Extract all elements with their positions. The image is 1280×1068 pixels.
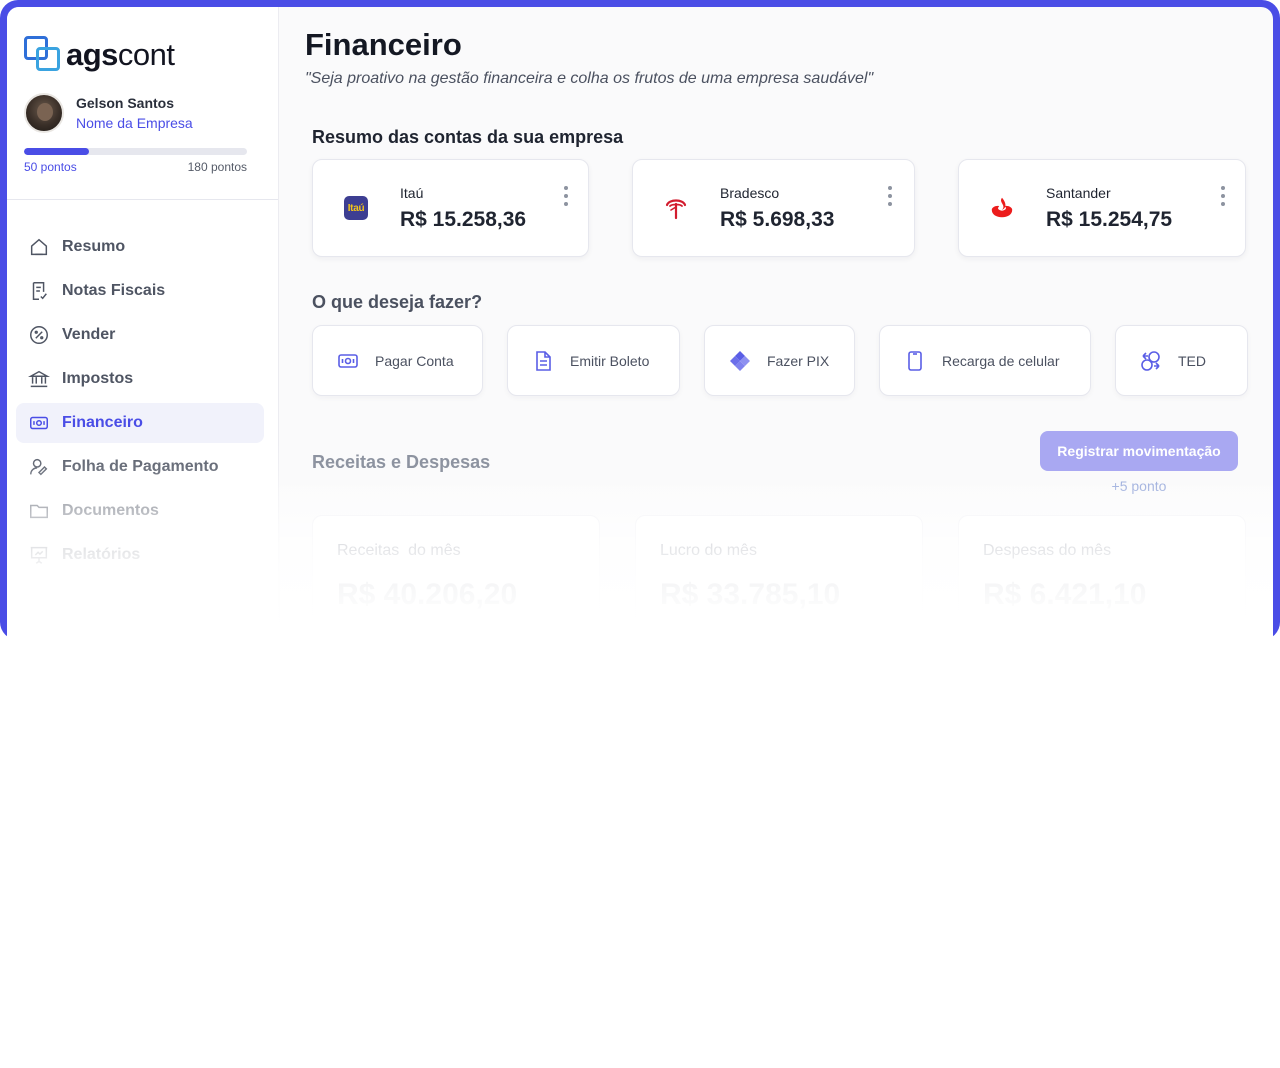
more-options-icon[interactable] [883, 186, 897, 206]
page-title: Financeiro [305, 27, 462, 62]
bradesco-logo-icon [663, 195, 689, 221]
more-options-icon[interactable] [559, 186, 573, 206]
bank-card-bradesco[interactable]: Bradesco R$ 5.698,33 [632, 159, 915, 257]
bank-card-santander[interactable]: Santander R$ 15.254,75 [958, 159, 1246, 257]
stat-label: Receitas do mês [337, 542, 461, 559]
stat-label: Lucro do mês [660, 542, 757, 559]
bank-balance: R$ 15.254,75 [1046, 208, 1173, 231]
mobile-icon [902, 348, 928, 374]
action-label: Fazer PIX [767, 352, 830, 369]
bank-name: Bradesco [720, 185, 780, 201]
action-label: Recarga de celular [942, 352, 1060, 369]
stat-label: Despesas do mês [983, 542, 1112, 559]
recarga-celular-button[interactable]: Recarga de celular [879, 325, 1091, 396]
stat-value: R$ 33.785,10 [660, 578, 841, 611]
registrar-movimentacao-button[interactable]: Registrar movimentação [1040, 431, 1238, 471]
bank-card-itau[interactable]: Itaú Itaú R$ 15.258,36 [312, 159, 589, 257]
document-icon [530, 348, 556, 374]
stat-card-despesas: Despesas do mês R$ 6.421,10 [958, 515, 1246, 635]
bank-name: Itaú [400, 185, 424, 201]
action-label: Pagar Conta [375, 352, 454, 369]
more-options-icon[interactable] [1216, 186, 1230, 206]
stat-card-lucro: Lucro do mês R$ 33.785,10 [635, 515, 923, 635]
action-label: TED [1178, 352, 1206, 369]
fazer-pix-button[interactable]: Fazer PIX [704, 325, 855, 396]
transfer-icon [1138, 348, 1164, 374]
stat-card-receitas: Receitas do mês R$ 40.206,20 [312, 515, 600, 635]
emitir-boleto-button[interactable]: Emitir Boleto [507, 325, 680, 396]
actions-section-title: O que deseja fazer? [312, 292, 483, 312]
page-quote: "Seja proativo na gestão financeira e co… [305, 70, 874, 87]
finance-section-title: Receitas e Despesas [312, 452, 491, 472]
stat-value: R$ 40.206,20 [337, 578, 518, 611]
bank-balance: R$ 5.698,33 [720, 208, 835, 231]
money-icon [335, 348, 361, 374]
main-overlay: Financeiro "Seja proativo na gestão fina… [0, 0, 1280, 640]
action-label: Emitir Boleto [570, 352, 650, 369]
accounts-section-title: Resumo das contas da sua empresa [312, 127, 624, 147]
pagar-conta-button[interactable]: Pagar Conta [312, 325, 483, 396]
register-points-label: +5 ponto [1111, 478, 1167, 494]
stat-value: R$ 6.421,10 [983, 578, 1147, 611]
bank-name: Santander [1046, 185, 1111, 201]
bank-balance: R$ 15.258,36 [400, 208, 527, 231]
pix-icon [727, 348, 753, 374]
sidebar-fade-overlay [7, 440, 279, 640]
santander-logo-icon [989, 195, 1015, 221]
ted-button[interactable]: TED [1115, 325, 1248, 396]
itau-logo-icon: Itaú [343, 195, 369, 221]
